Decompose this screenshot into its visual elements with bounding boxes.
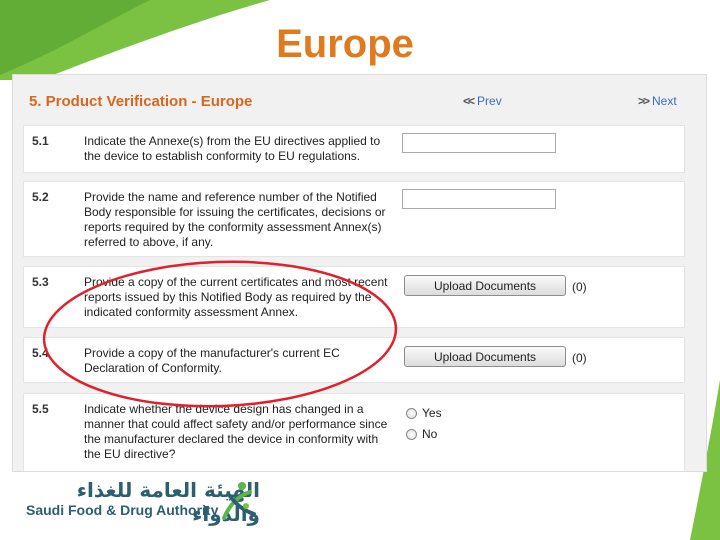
sfda-emblem-icon — [222, 482, 256, 520]
question-row-5-5: 5.5 Indicate whether the device design h… — [23, 393, 685, 471]
panel-header: 5. Product Verification - Europe << Prev … — [13, 75, 706, 121]
slide-title: Europe — [276, 22, 414, 66]
question-number: 5.2 — [32, 190, 49, 204]
notified-body-input[interactable] — [402, 189, 556, 209]
question-text: Provide the name and reference number of… — [84, 190, 386, 249]
radio-button[interactable] — [406, 428, 417, 440]
question-row-5-4: 5.4 Provide a copy of the manufacturer's… — [23, 337, 685, 383]
logo-english-text: Saudi Food & Drug Authority — [26, 502, 219, 518]
radio-no-label: No — [422, 427, 438, 441]
question-text: Indicate the Annexe(s) from the EU direc… — [84, 134, 381, 163]
next-link[interactable]: >> Next — [638, 94, 677, 108]
radio-button[interactable] — [406, 407, 417, 419]
upload-count: (0) — [572, 280, 587, 294]
double-chevron-right-icon: >> — [638, 94, 650, 108]
question-text: Provide a copy of the manufacturer's cur… — [84, 346, 340, 375]
question-number: 5.4 — [32, 346, 49, 360]
question-text: Provide a copy of the current certificat… — [84, 275, 388, 319]
upload-count: (0) — [572, 351, 587, 365]
radio-yes-label: Yes — [422, 406, 442, 420]
section-title: 5. Product Verification - Europe — [29, 93, 253, 110]
next-label: Next — [652, 94, 677, 108]
annex-input[interactable] — [402, 133, 556, 153]
product-verification-panel: 5. Product Verification - Europe << Prev … — [12, 74, 707, 472]
radio-no[interactable]: No — [406, 427, 437, 441]
upload-certificates-button[interactable]: Upload Documents — [404, 275, 566, 296]
question-number: 5.1 — [32, 134, 49, 148]
question-row-5-1: 5.1 Indicate the Annexe(s) from the EU d… — [23, 125, 685, 173]
question-number: 5.3 — [32, 275, 49, 289]
radio-yes[interactable]: Yes — [406, 406, 442, 420]
sfda-logo: الهيئة العامة للغذاء والدواء Saudi Food … — [20, 478, 260, 526]
question-number: 5.5 — [32, 402, 49, 416]
question-text: Indicate whether the device design has c… — [84, 402, 388, 461]
question-row-5-3: 5.3 Provide a copy of the current certif… — [23, 266, 685, 328]
prev-link[interactable]: << Prev — [463, 94, 502, 108]
double-chevron-left-icon: << — [463, 94, 475, 108]
prev-label: Prev — [477, 94, 502, 108]
upload-declaration-button[interactable]: Upload Documents — [404, 346, 566, 367]
question-row-5-2: 5.2 Provide the name and reference numbe… — [23, 181, 685, 257]
